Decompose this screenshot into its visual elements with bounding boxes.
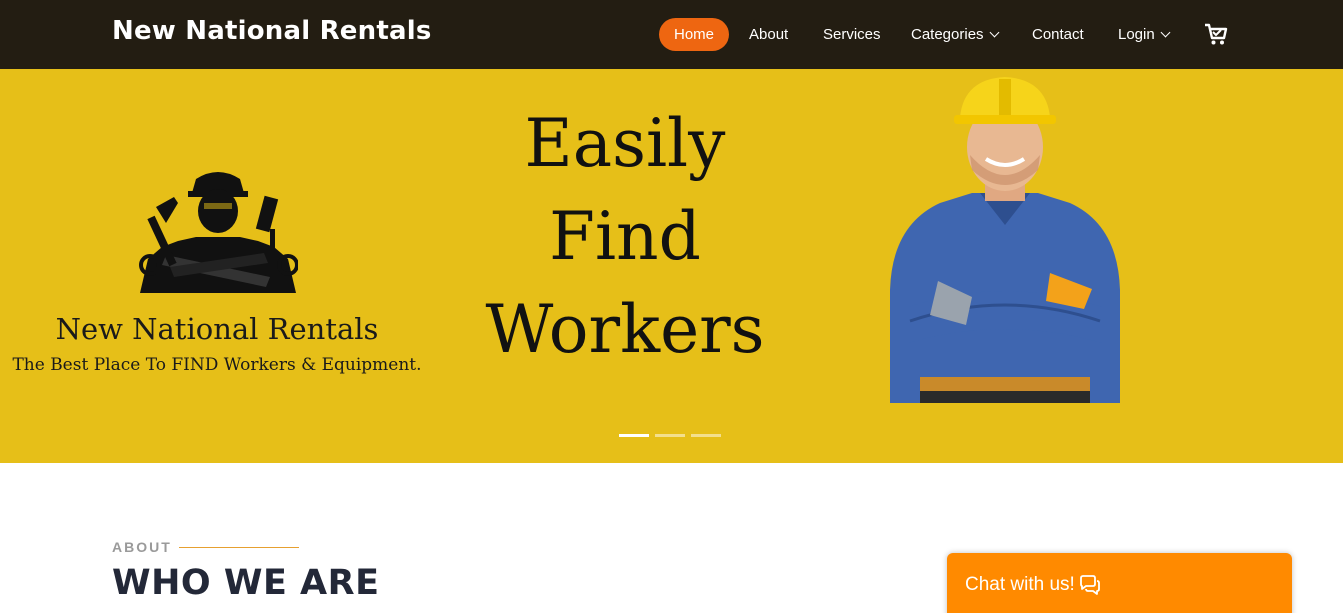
- chat-bubbles-icon: [1080, 575, 1100, 595]
- nav-home[interactable]: Home: [659, 18, 730, 51]
- chat-widget-button[interactable]: Chat with us!: [947, 553, 1292, 613]
- hero-logo-title: New National Rentals: [55, 312, 379, 346]
- nav-login[interactable]: Login: [1118, 18, 1171, 51]
- nav-home-label: Home: [674, 26, 715, 43]
- about-eyebrow: ABOUT: [112, 539, 172, 555]
- nav-contact[interactable]: Contact: [1032, 18, 1084, 51]
- nav-categories-label: Categories: [911, 26, 984, 43]
- nav-services[interactable]: Services: [823, 18, 881, 51]
- carousel-indicator-3[interactable]: [691, 434, 721, 437]
- hero-headline: Easily Find Workers: [460, 97, 790, 376]
- site-brand[interactable]: New National Rentals: [112, 16, 432, 46]
- carousel-indicator-2[interactable]: [655, 434, 685, 437]
- about-section-title: WHO WE ARE: [112, 563, 380, 603]
- nav-about-label: About: [749, 26, 789, 43]
- nav-about[interactable]: About: [749, 18, 788, 51]
- hero-headline-line-1: Easily: [524, 105, 726, 182]
- worker-logo-illustration: [139, 172, 298, 293]
- nav-contact-label: Contact: [1032, 26, 1084, 43]
- hero-carousel: New National Rentals The Best Place To F…: [0, 69, 1343, 463]
- nav-services-label: Services: [823, 26, 881, 43]
- chevron-down-icon: [1160, 27, 1171, 38]
- top-navbar: New National Rentals Home About Services…: [0, 0, 1343, 69]
- chat-label: Chat with us!: [965, 574, 1075, 595]
- hero-headline-line-3: Workers: [485, 291, 765, 368]
- eyebrow-divider: [179, 547, 299, 548]
- shopping-cart-icon[interactable]: [1204, 22, 1228, 46]
- nav-categories[interactable]: Categories: [911, 18, 999, 51]
- nav-login-label: Login: [1118, 26, 1155, 43]
- carousel-indicator-1[interactable]: [619, 434, 649, 437]
- chevron-down-icon: [989, 27, 999, 38]
- hero-headline-line-2: Find: [549, 198, 701, 275]
- hero-logo-tagline: The Best Place To FIND Workers & Equipme…: [12, 355, 422, 375]
- construction-worker-photo: [890, 77, 1120, 403]
